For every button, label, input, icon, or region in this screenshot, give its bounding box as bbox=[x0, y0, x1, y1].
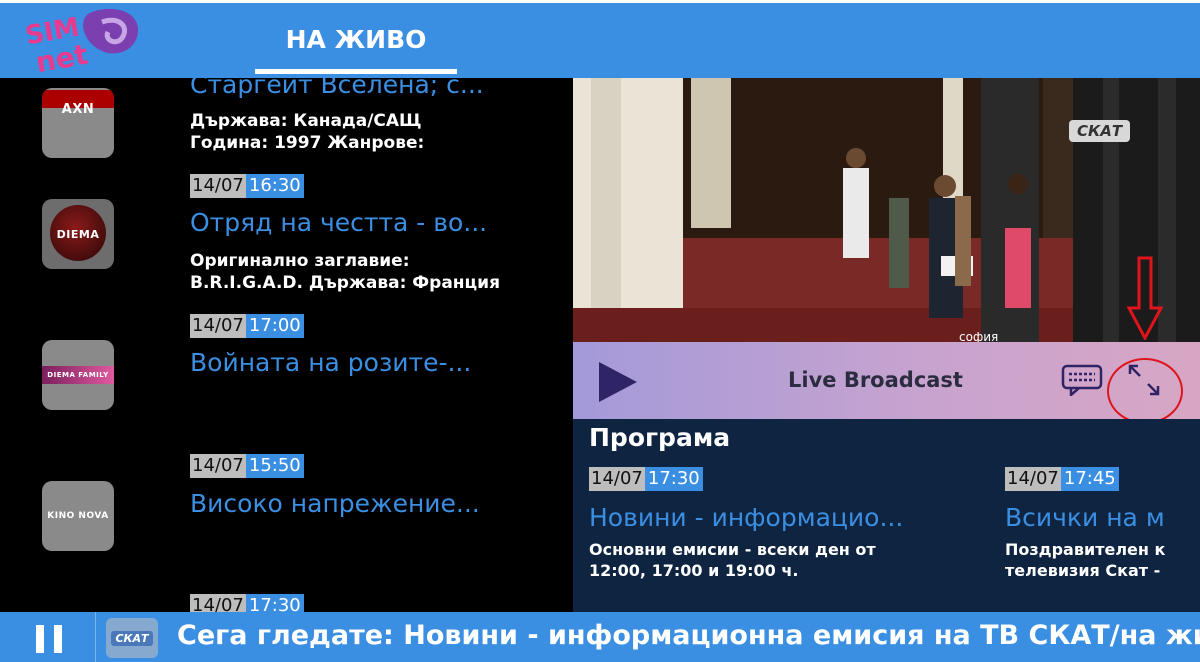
program-item-desc: Поздравителен к телевизия Скат - bbox=[1005, 540, 1166, 580]
channel-watermark-skat: СКАТ bbox=[1069, 120, 1131, 142]
now-playing-channel-logo: СКАТ bbox=[106, 618, 158, 658]
channel-program-title[interactable]: Отряд на честта - во... bbox=[190, 208, 487, 237]
channel-logo-kino-nova[interactable]: KINO NOVA bbox=[42, 481, 114, 551]
channel-program-desc: Оригинално заглавие: B.R.I.G.A.D. Държав… bbox=[190, 251, 500, 293]
channel-program-title[interactable]: Старгейт Вселена; с... bbox=[190, 78, 484, 99]
program-time-tag: 14/07 15:50 bbox=[190, 454, 304, 478]
program-panel: Програма 14/07 17:30 Новини - информацио… bbox=[573, 419, 1200, 612]
program-time-tag: 14/07 17:45 bbox=[1005, 467, 1119, 491]
program-time-tag: 14/07 17:00 bbox=[190, 314, 304, 338]
channel-program-title[interactable]: Високо напрежение... bbox=[190, 489, 480, 518]
location-caption: софия bbox=[959, 330, 999, 342]
program-item-desc: Основни емисии - всеки ден от 12:00, 17:… bbox=[589, 540, 876, 580]
program-time-tag: 14/07 17:30 bbox=[589, 467, 703, 491]
program-item-title[interactable]: Всички на м bbox=[1005, 503, 1165, 532]
channel-logo-diema[interactable]: DIEMA bbox=[42, 199, 114, 269]
video-player[interactable]: СКАТ софия bbox=[573, 78, 1200, 342]
tab-active-indicator bbox=[255, 69, 457, 74]
channel-logo-diema-family[interactable]: DIEMA FAMILY bbox=[42, 340, 114, 410]
live-broadcast-label: Live Broadcast bbox=[788, 368, 963, 392]
annotation-circle bbox=[1107, 358, 1183, 424]
channel-program-desc: Държава: Канада/САЩ Година: 1997 Жанрове… bbox=[190, 111, 425, 153]
program-time-tag: 14/07 17:30 bbox=[190, 594, 304, 612]
divider bbox=[95, 612, 96, 662]
program-heading: Програма bbox=[589, 423, 731, 452]
simnet-logo: SIM net bbox=[23, 8, 139, 74]
annotation-arrow-icon bbox=[1127, 256, 1163, 340]
program-time-tag: 14/07 16:30 bbox=[190, 174, 304, 198]
channel-program-title[interactable]: Войната на розите-... bbox=[190, 348, 471, 377]
app-header: SIM net НА ЖИВО bbox=[0, 0, 1200, 78]
now-playing-bar: СКАТ Сега гледате: Новини - информационн… bbox=[0, 612, 1200, 662]
subtitles-icon[interactable] bbox=[1061, 364, 1103, 396]
play-icon[interactable] bbox=[599, 362, 637, 402]
program-item-title[interactable]: Новини - информацио... bbox=[589, 503, 903, 532]
video-frame-image bbox=[573, 78, 1200, 342]
channel-logo-axn[interactable]: AXN bbox=[42, 88, 114, 158]
now-playing-text: Сега гледате: Новини - информационна еми… bbox=[177, 620, 1200, 651]
channel-list[interactable]: AXN Старгейт Вселена; с... Държава: Кана… bbox=[0, 78, 573, 612]
tab-live[interactable]: НА ЖИВО bbox=[255, 0, 457, 78]
pause-icon[interactable] bbox=[36, 625, 62, 653]
top-edge bbox=[0, 0, 1200, 3]
player-controls: Live Broadcast bbox=[573, 342, 1200, 419]
